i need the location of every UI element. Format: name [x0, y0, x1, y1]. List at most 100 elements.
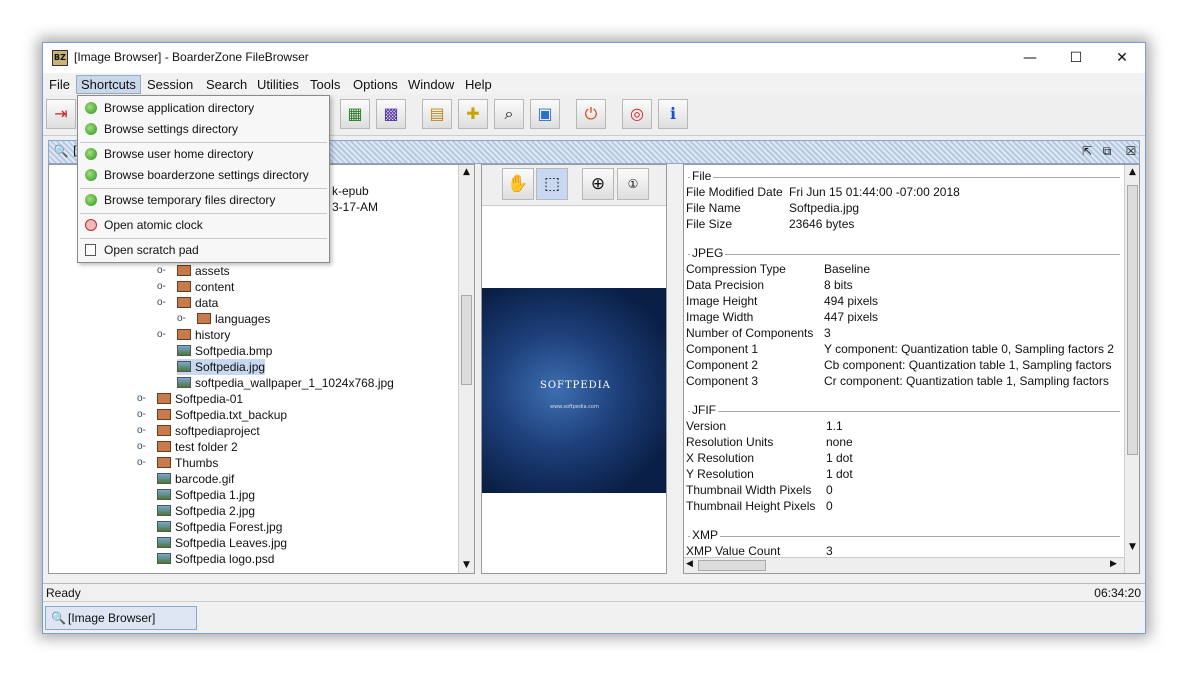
scroll-thumb[interactable] [1127, 185, 1138, 455]
screen-icon[interactable]: ▣ [530, 99, 560, 129]
metadata-value: 3 [826, 544, 833, 558]
tree-file-item[interactable]: softpedia_wallpaper_1_1024x768.jpg [177, 375, 394, 391]
menu-window[interactable]: Window [404, 76, 458, 93]
tree-expander-icon[interactable]: o- [137, 439, 146, 455]
clipboard-icon[interactable]: ▤ [422, 99, 452, 129]
zoom-in-icon[interactable]: ⊕ [582, 168, 614, 200]
metadata-row: Compression Type Baseline [686, 262, 870, 276]
folder-icon [177, 281, 191, 292]
hand-icon[interactable]: ✋ [502, 168, 534, 200]
palette-icon[interactable]: ▩ [376, 99, 406, 129]
menu-shortcuts[interactable]: Shortcuts [76, 75, 141, 94]
menu-item-browse-boarderzone-settings-directory[interactable]: Browse boarderzone settings directory [78, 165, 329, 186]
ruler-icon[interactable]: ✚ [458, 99, 488, 129]
tree-expander-icon[interactable]: o- [157, 263, 166, 279]
metadata-key: Component 2 [686, 358, 759, 372]
info-horizontal-scrollbar[interactable]: ◀ ▶ [684, 557, 1124, 573]
menu-item-browse-application-directory[interactable]: Browse application directory [78, 98, 329, 119]
metadata-value: 3 [824, 326, 831, 340]
menu-item-browse-temporary-files-directory[interactable]: Browse temporary files directory [78, 190, 329, 211]
tree-folder-item[interactable]: o-content [157, 279, 234, 295]
menu-utilities[interactable]: Utilities [253, 76, 303, 93]
tree-folder-item[interactable]: o- Softpedia.txt_backup [137, 407, 288, 423]
select-rect-icon[interactable]: ⬚ [536, 168, 568, 200]
tree-file-item[interactable]: Softpedia Leaves.jpg [157, 535, 287, 551]
inner-close-icon[interactable]: ☒ [1123, 143, 1139, 159]
tree-file-item[interactable]: Softpedia 2.jpg [157, 503, 255, 519]
tree-expander-icon[interactable]: o- [137, 423, 146, 439]
metadata-value: Softpedia.jpg [789, 201, 860, 215]
tree-expander-icon[interactable]: o- [137, 455, 146, 471]
tree-file-item[interactable]: Softpedia.bmp [177, 343, 272, 359]
maximize-button[interactable]: ☐ [1053, 43, 1099, 73]
tree-folder-item[interactable]: o- Thumbs [137, 455, 218, 471]
tree-folder-item[interactable]: o- Softpedia-01 [137, 391, 243, 407]
window-taskbar: 🔍 [Image Browser] [43, 601, 1145, 633]
tree-expander-icon[interactable]: o- [157, 327, 166, 343]
scroll-down-arrow-icon[interactable]: ▼ [1125, 540, 1139, 555]
image-file-icon [177, 377, 191, 388]
menu-item-label: Browse boarderzone settings directory [104, 168, 309, 182]
info-icon[interactable]: ℹ [658, 99, 688, 129]
exit-icon[interactable]: ⇥ [46, 99, 76, 129]
scroll-thumb[interactable] [461, 295, 472, 385]
tree-file-item[interactable]: Softpedia.jpg [177, 359, 266, 375]
menu-session[interactable]: Session [143, 76, 197, 93]
lifebuoy-icon[interactable]: ◎ [622, 99, 652, 129]
tree-item-label: Softpedia 1.jpg [175, 488, 256, 502]
main-window: BZ [Image Browser] - BoarderZone FileBro… [42, 42, 1146, 634]
tree-folder-item[interactable]: o-languages [177, 311, 270, 327]
tree-file-item[interactable]: Softpedia 1.jpg [157, 487, 255, 503]
magnifier-icon[interactable]: ⌕ [494, 99, 524, 129]
scroll-down-arrow-icon[interactable]: ▼ [459, 558, 474, 573]
menu-help[interactable]: Help [461, 76, 496, 93]
scroll-thumb[interactable] [698, 560, 766, 571]
menu-item-browse-settings-directory[interactable]: Browse settings directory [78, 119, 329, 140]
folder-icon [157, 441, 171, 452]
zoom-actual-icon[interactable]: ① [617, 168, 649, 200]
menu-item-browse-user-home-directory[interactable]: Browse user home directory [78, 144, 329, 165]
tree-partial-row[interactable]: 3-17-AM [332, 199, 378, 215]
tree-item-label: assets [195, 264, 230, 278]
tree-folder-item[interactable]: o-data [157, 295, 219, 311]
title-bar[interactable]: BZ [Image Browser] - BoarderZone FileBro… [43, 43, 1145, 73]
info-vertical-scrollbar[interactable]: ▲ ▼ [1124, 165, 1139, 573]
menu-search[interactable]: Search [202, 76, 251, 93]
undock-icon[interactable]: ⇱ [1079, 143, 1095, 159]
close-button[interactable]: ✕ [1099, 43, 1145, 73]
preview-image-url: www.softpedia.com [550, 404, 599, 410]
tree-item-label: Softpedia.txt_backup [175, 408, 288, 422]
tree-file-item[interactable]: barcode.gif [157, 471, 234, 487]
scroll-right-arrow-icon[interactable]: ▶ [1110, 559, 1117, 569]
tree-file-item[interactable]: Softpedia logo.psd [157, 551, 274, 567]
menu-file[interactable]: File [45, 76, 74, 93]
scroll-up-arrow-icon[interactable]: ▲ [459, 165, 474, 180]
tree-expander-icon[interactable]: o- [157, 279, 166, 295]
menu-item-open-scratch-pad[interactable]: Open scratch pad [78, 240, 329, 261]
tree-folder-item[interactable]: o-assets [157, 263, 230, 279]
chart-icon[interactable]: ▦ [340, 99, 370, 129]
tree-folder-item[interactable]: o-test folder 2 [137, 439, 238, 455]
menu-tools[interactable]: Tools [306, 76, 344, 93]
float-icon[interactable]: ⧉ [1099, 143, 1115, 159]
tree-expander-icon[interactable]: o- [137, 391, 146, 407]
metadata-row: Y Resolution 1 dot [686, 467, 853, 481]
tree-partial-row[interactable]: k-epub [332, 183, 369, 199]
tree-expander-icon[interactable]: o- [157, 295, 166, 311]
scroll-up-arrow-icon[interactable]: ▲ [1125, 165, 1139, 180]
scroll-left-arrow-icon[interactable]: ◀ [686, 559, 693, 569]
tree-expander-icon[interactable]: o- [177, 311, 186, 327]
tree-item-label: data [195, 296, 219, 310]
tree-vertical-scrollbar[interactable]: ▲ ▼ [458, 165, 474, 573]
tree-folder-item[interactable]: o-softpediaproject [137, 423, 260, 439]
tree-file-item[interactable]: Softpedia Forest.jpg [157, 519, 282, 535]
menu-options[interactable]: Options [349, 76, 402, 93]
power-icon[interactable]: ⏻ [576, 99, 606, 129]
metadata-key: XMP Value Count [686, 544, 781, 558]
minimize-button[interactable]: — [1007, 43, 1053, 73]
taskbar-tab-image-browser[interactable]: 🔍 [Image Browser] [45, 606, 197, 630]
menu-item-open-atomic-clock[interactable]: Open atomic clock [78, 215, 329, 236]
tree-expander-icon[interactable]: o- [137, 407, 146, 423]
tree-folder-item[interactable]: o-history [157, 327, 230, 343]
app-icon: BZ [52, 50, 68, 66]
